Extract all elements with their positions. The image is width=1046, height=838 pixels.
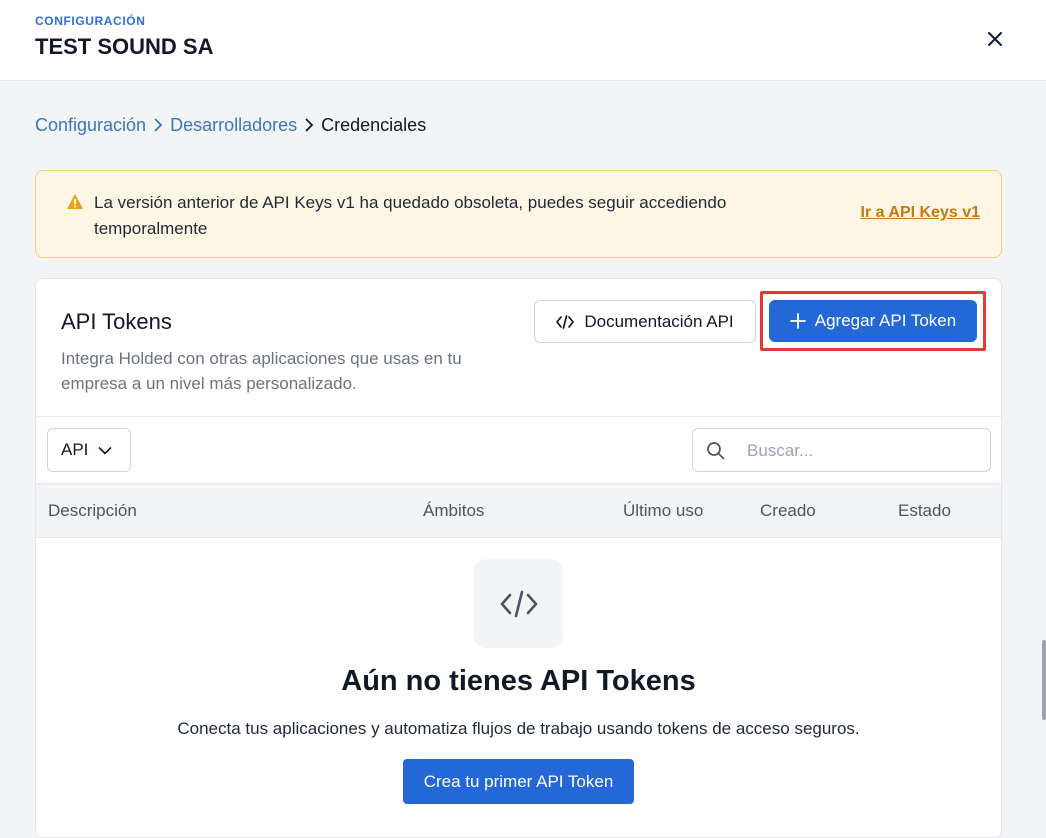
api-tokens-card: API Tokens Integra Holded con otras apli… (35, 278, 1002, 838)
chevron-down-icon (98, 446, 112, 455)
scrollbar[interactable] (1042, 640, 1046, 720)
plus-icon (789, 313, 806, 329)
modal-header: CONFIGURACIÓN TEST SOUND SA (0, 0, 1046, 81)
add-api-token-label: Agregar API Token (814, 311, 957, 330)
card-title: API Tokens (61, 309, 172, 334)
breadcrumb-configuracion[interactable]: Configuración (35, 115, 146, 136)
api-keys-v1-link[interactable]: Ir a API Keys v1 (861, 204, 980, 222)
create-first-token-button[interactable]: Crea tu primer API Token (403, 759, 634, 804)
column-header-estado[interactable]: Estado (898, 501, 951, 521)
company-title: TEST SOUND SA (35, 34, 214, 59)
alert-message: La versión anterior de API Keys v1 ha qu… (94, 193, 727, 238)
card-divider (36, 416, 1001, 417)
type-filter-value: API (61, 440, 89, 459)
code-icon (500, 590, 537, 617)
empty-state-title: Aún no tienes API Tokens (341, 665, 696, 697)
search-input[interactable] (745, 437, 979, 465)
api-docs-label: Documentación API (584, 311, 734, 331)
type-filter-select[interactable]: API (47, 428, 131, 472)
close-button[interactable] (982, 26, 1008, 52)
close-icon (988, 32, 1002, 46)
column-header-ambitos[interactable]: Ámbitos (423, 501, 484, 521)
card-description: Integra Holded con otras aplicaciones qu… (61, 349, 462, 393)
search-icon (706, 441, 725, 465)
chevron-right-icon (303, 117, 315, 133)
search-box (692, 428, 991, 472)
header-eyebrow: CONFIGURACIÓN (35, 14, 146, 28)
warning-icon (66, 193, 84, 215)
empty-state-description: Conecta tus aplicaciones y automatiza fl… (177, 719, 860, 738)
column-header-creado[interactable]: Creado (760, 501, 816, 521)
breadcrumb-desarrolladores[interactable]: Desarrolladores (170, 115, 297, 136)
breadcrumb-current: Credenciales (321, 114, 427, 135)
column-header-ultimo-uso[interactable]: Último uso (623, 501, 703, 521)
column-header-descripcion[interactable]: Descripción (48, 501, 137, 521)
code-icon (556, 314, 575, 329)
empty-state-icon-box (474, 559, 563, 648)
add-token-highlight: Agregar API Token (760, 291, 986, 351)
table-header: Descripción Ámbitos Último uso Creado Es… (36, 483, 1001, 538)
deprecation-alert: La versión anterior de API Keys v1 ha qu… (35, 170, 1002, 258)
chevron-right-icon (152, 117, 164, 133)
add-api-token-button[interactable]: Agregar API Token (769, 300, 977, 342)
api-docs-button[interactable]: Documentación API (534, 300, 756, 343)
breadcrumb: Configuración Desarrolladores Credencial… (35, 114, 426, 136)
